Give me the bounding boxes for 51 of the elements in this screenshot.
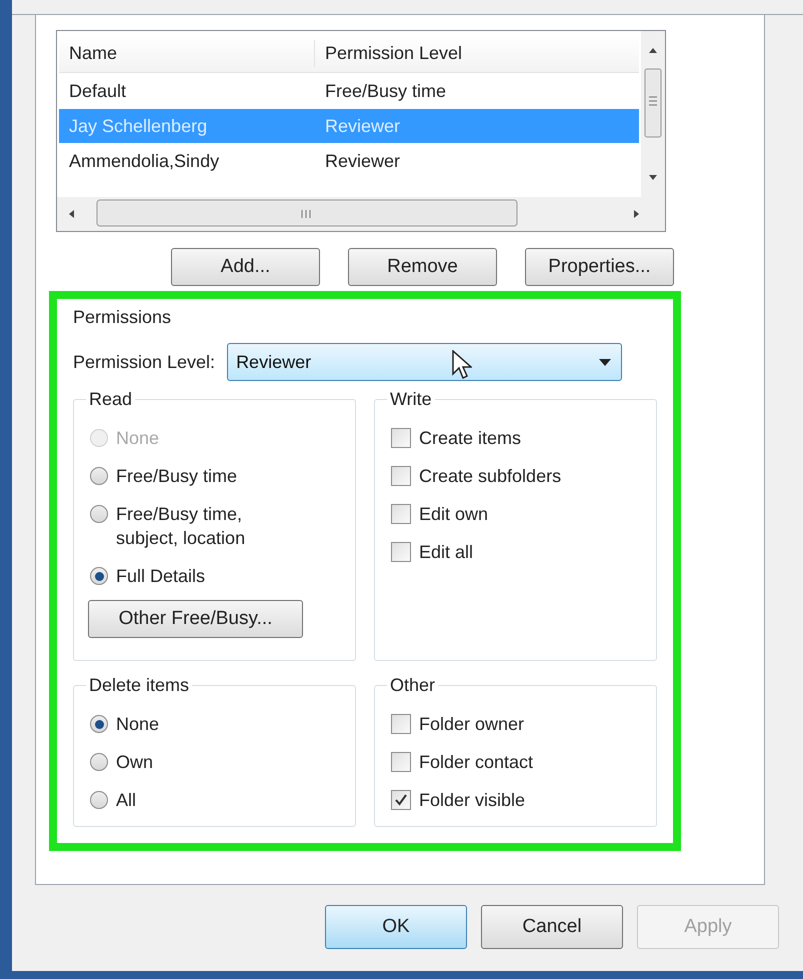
radio-button[interactable] [90,505,108,523]
vertical-scrollbar[interactable] [641,31,665,197]
dialog-button[interactable]: Cancel [481,905,623,949]
checkbox-label: Folder contact [419,751,534,774]
checkbox-label: Create items [419,427,522,450]
radio-label: Free/Busy time, subject, location [116,503,246,550]
list-action-button[interactable]: Remove [348,248,497,286]
permission-cell-text: Reviewer [324,114,400,138]
other-free-busy-button[interactable]: Other Free/Busy... [88,600,303,638]
radio-button[interactable] [90,567,108,585]
checkbox[interactable] [391,714,411,734]
horizontal-scrollbar[interactable] [57,197,665,231]
checkbox-label: Folder owner [419,713,524,736]
radio-label: None [116,713,160,736]
mouse-cursor-icon [452,350,472,380]
checkbox[interactable] [391,428,411,448]
radio-button[interactable] [90,467,108,485]
checkbox[interactable] [391,542,411,562]
name-cell-text: Ammendolia,Sindy [68,150,220,173]
checkbox-label: Create subfolders [419,465,562,488]
radio-label: Own [116,751,154,774]
checkbox-label: Edit all [419,541,474,564]
radio-button[interactable] [90,753,108,771]
checkbox-label: Edit own [419,503,488,526]
field-label: Permission Level: [73,350,216,374]
dialog-button[interactable]: OK [325,905,467,949]
radio-label: All [116,789,136,812]
radio-button[interactable] [90,791,108,809]
checkbox[interactable] [391,504,411,524]
list-action-button[interactable]: Properties... [525,248,674,286]
list-row[interactable]: Ammendolia,Sindy Reviewer [59,144,639,178]
section-title: Permissions [73,306,172,329]
permission-cell-text: Free/Busy time [324,80,446,103]
checkbox-label: Folder visible [419,789,526,812]
name-cell-text: Default [68,80,128,102]
permission-cell-text: Reviewer [324,150,400,172]
list-action-button[interactable]: Add... [171,248,320,286]
check-icon [394,793,408,807]
column-header[interactable]: Permission Level [315,40,639,67]
list-row[interactable]: Default Free/Busy time [59,74,639,108]
name-cell-text: Jay Schellenberg [68,114,208,138]
radio-label: None [116,427,160,450]
permission-level-dropdown[interactable]: Reviewer [227,343,622,381]
checkbox[interactable] [391,752,411,772]
radio-button[interactable] [90,715,108,733]
radio-label: Free/Busy time [116,465,238,488]
checkbox[interactable] [391,790,411,810]
radio-label: Full Details [116,565,206,588]
column-header[interactable]: Name [59,40,315,67]
checkbox[interactable] [391,466,411,486]
dropdown-arrow-icon [599,358,612,366]
